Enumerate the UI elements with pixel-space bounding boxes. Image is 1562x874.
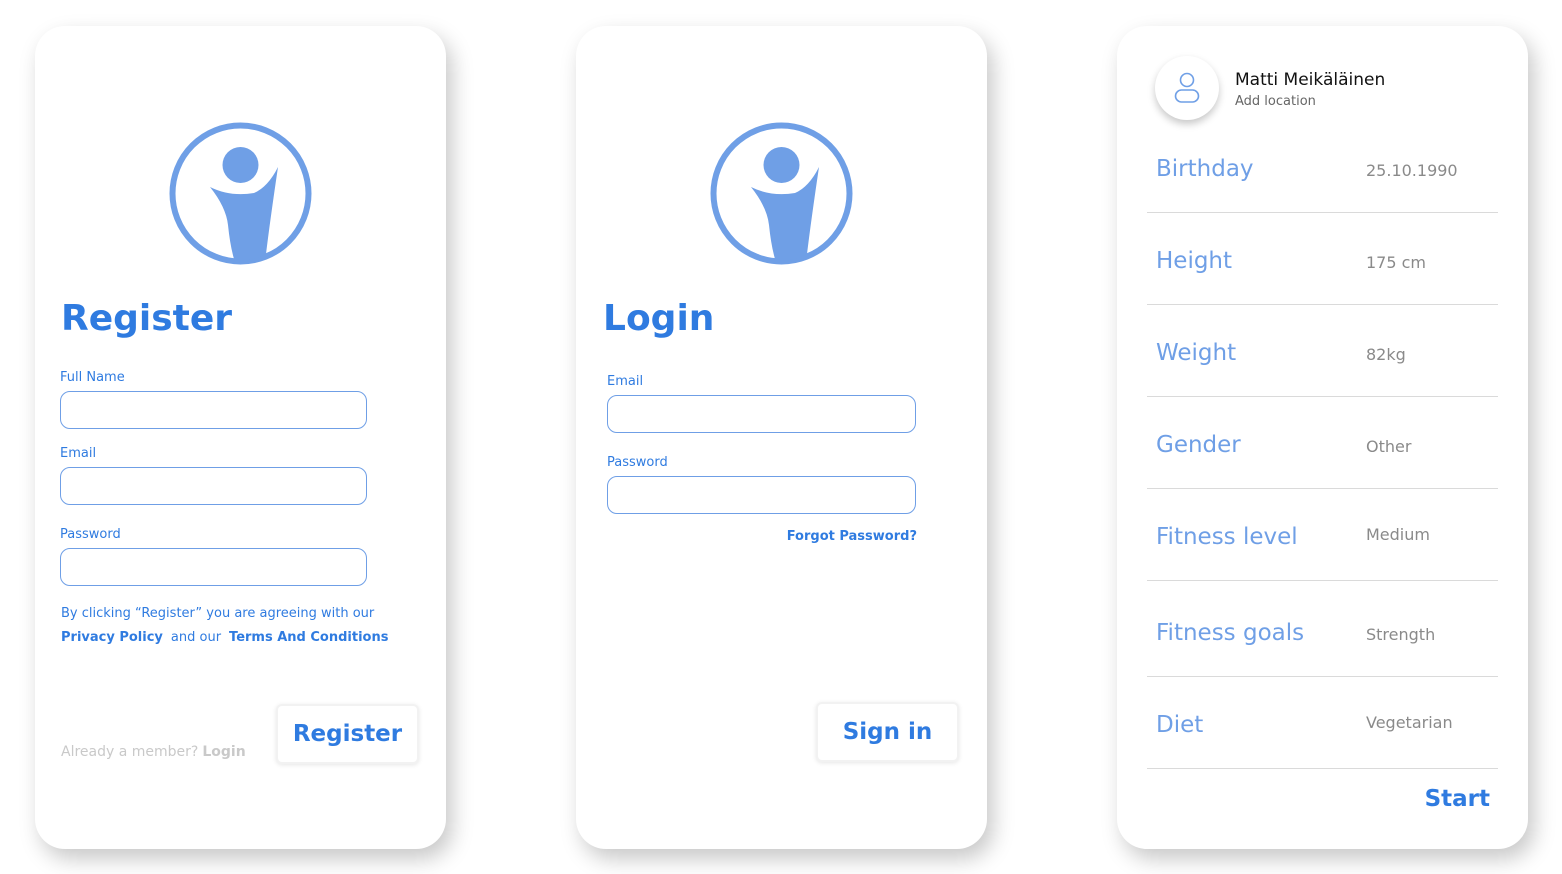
logo-graphic [710,122,853,265]
email-label: Email [607,374,644,389]
add-location-link[interactable]: Add location [1235,94,1316,109]
divider [1147,488,1498,489]
sign-in-button[interactable]: Sign in [816,702,959,762]
email-field[interactable] [607,395,916,433]
logo-graphic [169,122,312,265]
page-title: Login [603,298,715,339]
row-value-fitness-level[interactable]: Medium [1366,525,1430,544]
row-label-weight: Weight [1156,340,1237,366]
full-name-field[interactable] [60,391,367,429]
row-value-gender[interactable]: Other [1366,437,1411,456]
avatar[interactable] [1155,56,1219,120]
register-card: Register Full Name Email Password By cli… [35,26,446,849]
row-label-gender: Gender [1156,432,1241,458]
forgot-password-link[interactable]: Forgot Password? [787,529,917,544]
divider [1147,304,1498,305]
full-name-label: Full Name [60,370,125,385]
privacy-policy-link[interactable]: Privacy Policy [61,630,163,645]
row-value-diet[interactable]: Vegetarian [1366,713,1453,732]
row-label-height: Height [1156,248,1233,274]
divider [1147,580,1498,581]
user-name: Matti Meikäläinen [1235,70,1386,90]
password-field[interactable] [60,548,367,586]
page-title: Register [61,298,233,339]
divider [1147,396,1498,397]
row-label-fitness-level: Fitness level [1156,524,1298,550]
login-link[interactable]: Login [202,744,245,760]
row-value-birthday[interactable]: 25.10.1990 [1366,161,1458,180]
divider [1147,768,1498,769]
password-label: Password [60,527,121,542]
row-value-height[interactable]: 175 cm [1366,253,1426,272]
divider [1147,212,1498,213]
row-value-fitness-goals[interactable]: Strength [1366,625,1435,644]
person-logo-icon [709,121,854,266]
divider [1147,676,1498,677]
email-label: Email [60,446,97,461]
already-member-text: Already a member? [61,744,199,760]
register-button[interactable]: Register [276,704,419,764]
email-field[interactable] [60,467,367,505]
password-label: Password [607,455,668,470]
profile-card: Matti Meikäläinen Add location Birthday … [1117,26,1528,849]
terms-conditions-link[interactable]: Terms And Conditions [229,630,388,645]
login-card: Login Email Password Forgot Password? Si… [576,26,987,849]
already-member: Already a member? Login [61,744,246,760]
person-logo-icon [168,121,313,266]
start-button[interactable]: Start [1425,786,1490,812]
terms-notice: By clicking “Register” you are agreeing … [61,602,401,650]
row-label-fitness-goals: Fitness goals [1156,620,1305,646]
and-our-text: and our [170,630,222,645]
row-label-birthday: Birthday [1156,156,1254,182]
terms-text: By clicking “Register” you are agreeing … [61,606,375,621]
user-icon [1174,72,1200,103]
password-field[interactable] [607,476,916,514]
row-label-diet: Diet [1156,712,1204,738]
row-value-weight[interactable]: 82kg [1366,345,1406,364]
